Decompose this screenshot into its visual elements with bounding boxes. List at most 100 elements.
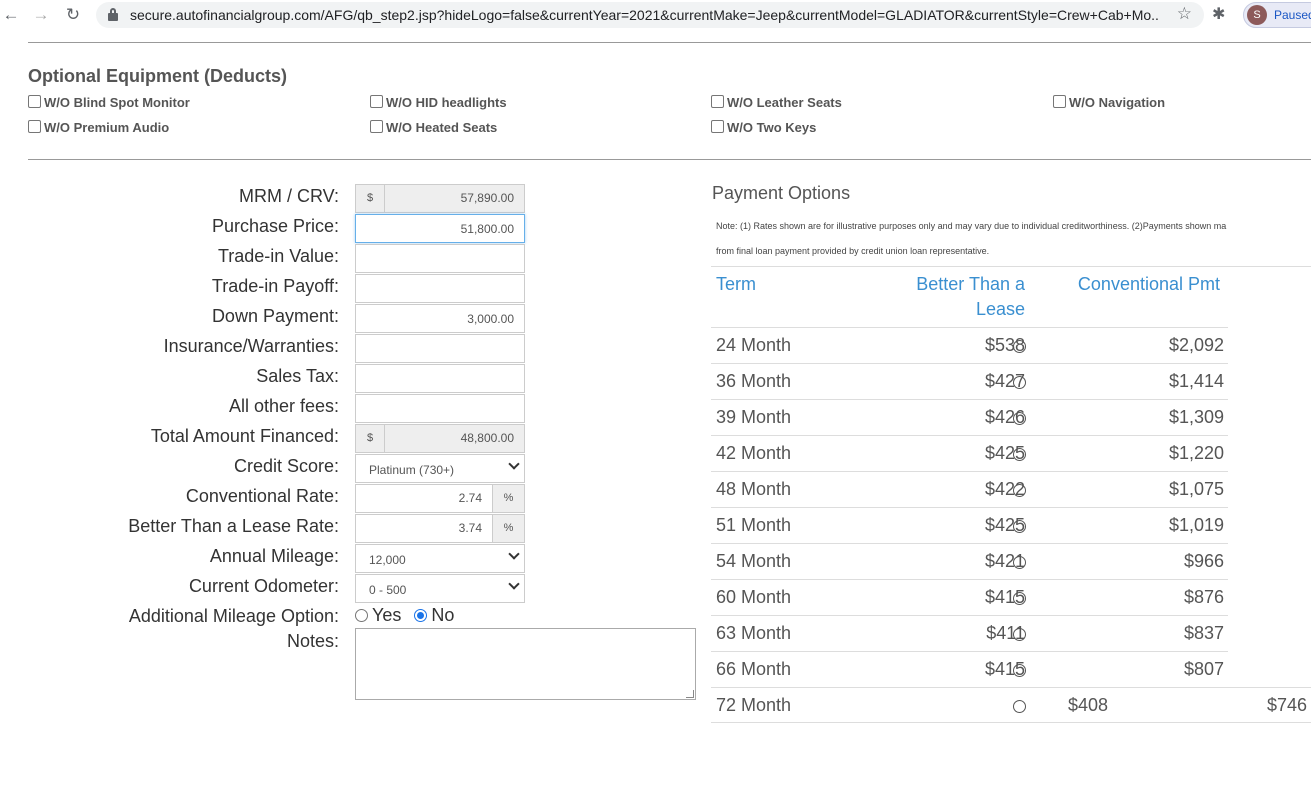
conventional-payment-cell: $746 xyxy=(1266,695,1307,715)
checkbox[interactable] xyxy=(28,95,41,108)
down-payment-input[interactable]: 3,000.00 xyxy=(355,304,525,333)
trade-in-value-label: Trade-in Value: xyxy=(217,246,339,266)
term-cell: 36 Month xyxy=(716,371,792,391)
btl-rate-field[interactable]: 3.74 % xyxy=(355,514,525,543)
btl-select-radio[interactable] xyxy=(1013,340,1026,353)
current-odometer-label: Current Odometer: xyxy=(188,576,339,596)
currency-addon: $ xyxy=(356,425,385,452)
purchase-price-label: Purchase Price: xyxy=(211,216,339,236)
conventional-rate-value[interactable]: 2.74 xyxy=(356,485,492,512)
term-cell: 72 Month xyxy=(716,695,792,715)
credit-score-value: Platinum (730+) xyxy=(369,463,455,477)
btl-select-radio[interactable] xyxy=(1013,412,1026,425)
annual-mileage-select[interactable]: 12,000 xyxy=(355,544,525,573)
btl-select-radio[interactable] xyxy=(1013,592,1026,605)
annual-mileage-value: 12,000 xyxy=(369,553,406,567)
table-row: 42 Month $425 $1,220 xyxy=(711,435,1228,471)
option-heated-seats[interactable]: W/O Heated Seats xyxy=(370,120,497,135)
chevron-down-icon xyxy=(508,548,520,560)
option-blind-spot[interactable]: W/O Blind Spot Monitor xyxy=(28,95,190,110)
divider xyxy=(28,159,1311,160)
trade-in-value-input[interactable] xyxy=(355,244,525,273)
lock-icon xyxy=(108,8,118,21)
total-financed-value: 48,800.00 xyxy=(385,425,524,452)
conventional-payment-cell: $1,019 xyxy=(1168,515,1224,535)
payment-note-line-1: Note: (1) Rates shown are for illustrati… xyxy=(716,221,1227,231)
term-cell: 54 Month xyxy=(716,551,792,571)
option-navigation[interactable]: W/O Navigation xyxy=(1053,95,1165,110)
percent-addon: % xyxy=(492,485,524,512)
btl-select-radio[interactable] xyxy=(1013,520,1026,533)
divider xyxy=(28,42,1311,43)
table-row: 48 Month $422 $1,075 xyxy=(711,471,1228,507)
table-row: 51 Month $425 $1,019 xyxy=(711,507,1228,543)
btl-select-radio[interactable] xyxy=(1013,700,1026,713)
checkbox[interactable] xyxy=(711,120,724,133)
radio-no-label[interactable]: No xyxy=(431,605,454,626)
radio-no[interactable] xyxy=(414,609,428,622)
conventional-payment-cell: $1,075 xyxy=(1168,479,1224,499)
resize-handle-icon[interactable] xyxy=(686,690,694,698)
option-two-keys[interactable]: W/O Two Keys xyxy=(711,120,816,135)
mrm-field: $ 57,890.00 xyxy=(355,184,525,213)
term-cell: 63 Month xyxy=(716,623,792,643)
down-payment-value: 3,000.00 xyxy=(467,312,514,326)
checkbox[interactable] xyxy=(28,120,41,133)
notes-label: Notes: xyxy=(286,631,339,651)
sales-tax-input[interactable] xyxy=(355,364,525,393)
other-fees-input[interactable] xyxy=(355,394,525,423)
conventional-payment-cell: $1,309 xyxy=(1168,407,1224,427)
insurance-input[interactable] xyxy=(355,334,525,363)
checkbox[interactable] xyxy=(370,120,383,133)
btl-select-radio[interactable] xyxy=(1013,376,1026,389)
checkbox[interactable] xyxy=(370,95,383,108)
option-leather-seats[interactable]: W/O Leather Seats xyxy=(711,95,842,110)
option-label: W/O Blind Spot Monitor xyxy=(44,95,190,110)
bookmark-star-icon[interactable]: ☆ xyxy=(1177,4,1192,24)
notes-textarea[interactable] xyxy=(355,628,696,700)
down-payment-label: Down Payment: xyxy=(211,306,339,326)
conventional-rate-field[interactable]: 2.74 % xyxy=(355,484,525,513)
conventional-payment-cell: $807 xyxy=(1183,659,1224,679)
radio-yes-label[interactable]: Yes xyxy=(372,605,401,626)
forward-arrow-icon[interactable]: → xyxy=(30,4,52,26)
table-row: 24 Month $538 $2,092 xyxy=(711,327,1228,363)
chevron-down-icon xyxy=(508,578,520,590)
option-premium-audio[interactable]: W/O Premium Audio xyxy=(28,120,169,135)
profile-button[interactable]: S Paused xyxy=(1243,2,1311,28)
btl-select-radio[interactable] xyxy=(1013,448,1026,461)
extensions-puzzle-icon[interactable]: ✱ xyxy=(1212,4,1225,24)
conventional-rate-label: Conventional Rate: xyxy=(185,486,339,506)
btl-header-line-2: Lease xyxy=(975,299,1025,319)
conventional-header: Conventional Pmt xyxy=(1077,274,1220,294)
credit-score-select[interactable]: Platinum (730+) xyxy=(355,454,525,483)
current-odometer-value: 0 - 500 xyxy=(369,583,407,597)
address-bar[interactable]: secure.autofinancialgroup.com/AFG/qb_ste… xyxy=(96,2,1204,28)
trade-in-payoff-label: Trade-in Payoff: xyxy=(211,276,339,296)
back-arrow-icon[interactable]: ← xyxy=(0,4,22,26)
payment-note-line-2: from final loan payment provided by cred… xyxy=(716,246,990,256)
conventional-payment-cell: $837 xyxy=(1183,623,1224,643)
btl-rate-value[interactable]: 3.74 xyxy=(356,515,492,542)
reload-icon[interactable]: ↻ xyxy=(62,4,84,26)
btl-select-radio[interactable] xyxy=(1013,556,1026,569)
current-odometer-select[interactable]: 0 - 500 xyxy=(355,574,525,603)
option-label: W/O Navigation xyxy=(1069,95,1166,110)
radio-yes[interactable] xyxy=(355,609,368,622)
annual-mileage-label: Annual Mileage: xyxy=(209,546,339,566)
btl-select-radio[interactable] xyxy=(1013,664,1026,677)
checkbox[interactable] xyxy=(1053,95,1066,108)
trade-in-payoff-input[interactable] xyxy=(355,274,525,303)
conventional-payment-cell: $1,414 xyxy=(1168,371,1224,391)
purchase-price-input[interactable]: 51,800.00 xyxy=(355,214,525,243)
chevron-down-icon xyxy=(508,458,520,470)
conventional-payment-cell: $2,092 xyxy=(1168,335,1224,355)
checkbox[interactable] xyxy=(711,95,724,108)
term-cell: 24 Month xyxy=(716,335,792,355)
btl-select-radio[interactable] xyxy=(1013,628,1026,641)
option-hid-headlights[interactable]: W/O HID headlights xyxy=(370,95,507,110)
conventional-payment-cell: $966 xyxy=(1183,551,1224,571)
btl-select-radio[interactable] xyxy=(1013,484,1026,497)
avatar: S xyxy=(1247,5,1267,25)
insurance-label: Insurance/Warranties: xyxy=(163,336,339,356)
